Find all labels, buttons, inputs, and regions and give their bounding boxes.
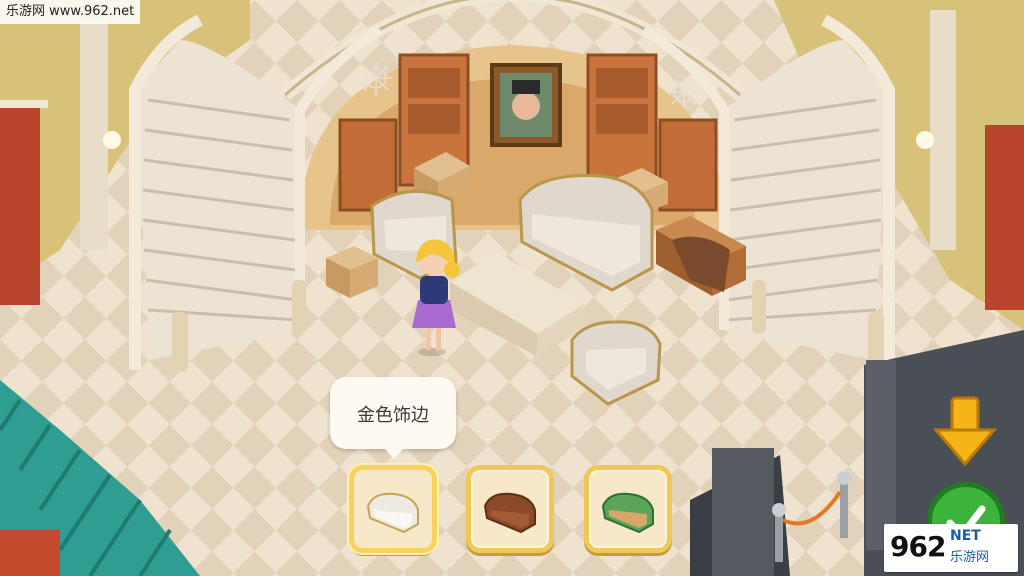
sconce-right (916, 131, 934, 149)
watermark-bottom-right: 962 NET 乐游网 (884, 524, 1018, 572)
option-brown-leather-sofa[interactable] (466, 465, 554, 553)
left-door (0, 105, 40, 305)
watermark-net: NET (950, 528, 981, 544)
sconce-left (103, 131, 121, 149)
right-door (985, 125, 1024, 310)
green-floral-sofa-icon (601, 492, 654, 534)
option-white-gold-sofa[interactable] (349, 465, 437, 553)
watermark-top-left: 乐游网 www.962.net (0, 0, 141, 24)
watermark-cn: 乐游网 (950, 550, 990, 565)
white-gold-sofa-icon (366, 492, 419, 534)
cobweb-right (668, 76, 700, 108)
arrow-down-icon (932, 396, 998, 466)
option-green-floral-sofa[interactable] (584, 465, 672, 553)
watermark-number: 962 (890, 530, 946, 563)
brown-leather-sofa-icon (483, 492, 536, 534)
option-tooltip: 金色饰边 (330, 377, 456, 459)
cabinet-right (658, 118, 718, 212)
tooltip-label: 金色饰边 (357, 405, 429, 426)
